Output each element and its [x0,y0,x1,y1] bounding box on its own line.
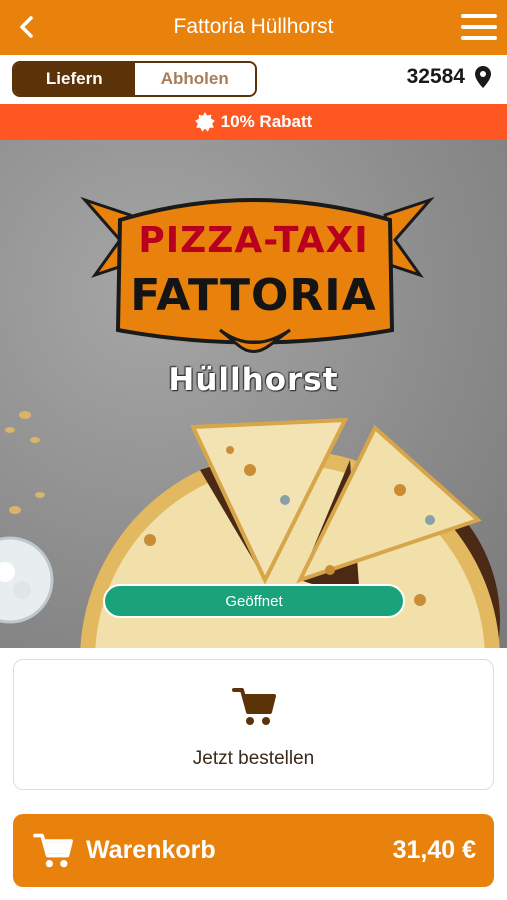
restaurant-hero-image: PIZZA-TAXI FATTORIA Hüllhorst [0,140,507,648]
discount-label: 10% Rabatt [220,112,313,131]
open-status-badge[interactable]: Geöffnet [103,584,405,618]
discount-banner: 10% Rabatt [0,104,507,140]
logo-city: Hüllhorst [168,362,339,398]
page-title: Fattoria Hüllhorst [173,15,334,38]
cart-total: 31,40 € [392,836,476,864]
cart-icon [232,688,276,725]
hamburger-menu-icon[interactable] [461,14,497,42]
cart-icon [33,833,73,868]
cart-button[interactable]: Warenkorb 31,40 € [13,814,494,887]
cart-label: Warenkorb [86,836,216,864]
delivery-pickup-toggle: Liefern Abholen [12,61,257,97]
tab-liefern[interactable]: Liefern [14,63,135,95]
map-pin-icon [475,66,491,88]
top-app-bar: Fattoria Hüllhorst [0,0,507,55]
order-now-label: Jetzt bestellen [192,748,315,769]
order-now-card[interactable]: Jetzt bestellen [13,659,494,790]
logo-title: FATTORIA [130,270,377,321]
zip-code: 32584 [406,65,465,88]
tab-abholen[interactable]: Abholen [134,63,255,95]
location-selector[interactable]: 32584 [407,65,491,89]
delivery-mode-bar: Liefern Abholen 32584 [0,55,507,104]
badge-star-icon [194,112,215,132]
logo-subtitle: PIZZA-TAXI [138,220,369,261]
